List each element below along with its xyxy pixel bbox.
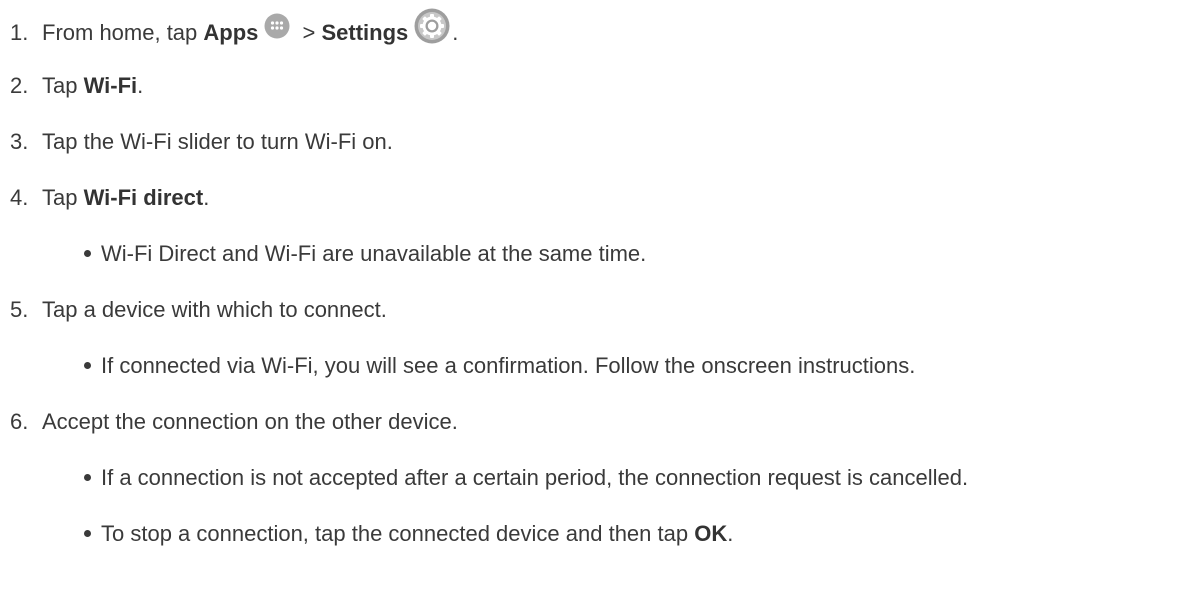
step-6: 6. Accept the connection on the other dev… xyxy=(10,408,458,436)
step-end: . xyxy=(452,19,459,45)
step-separator: > xyxy=(296,19,322,45)
step-end: . xyxy=(137,73,144,98)
step-text: Accept the connection on the other devic… xyxy=(42,409,458,434)
step-number: 1. xyxy=(10,19,29,45)
bullet-item: To stop a connection, tap the connected … xyxy=(84,520,733,548)
apps-label: Apps xyxy=(203,19,259,45)
step-2: 2. Tap Wi-Fi. xyxy=(10,72,143,100)
step-5: 5. Tap a device with which to connect. xyxy=(10,296,387,324)
step-3: 3. Tap the Wi-Fi slider to turn Wi-Fi on. xyxy=(10,128,393,156)
bullet-text: Wi-Fi Direct and Wi-Fi are unavailable a… xyxy=(101,241,647,266)
bullet-text: To stop a connection, tap the connected … xyxy=(101,521,695,546)
bullet-dot xyxy=(84,473,91,481)
settings-label: Settings xyxy=(321,19,409,45)
instruction-document: 1. From home, tap Apps > Settings . 2. T… xyxy=(0,0,1202,597)
step-number: 6. xyxy=(10,409,29,434)
bullet-item: Wi-Fi Direct and Wi-Fi are unavailable a… xyxy=(84,240,646,268)
ok-label: OK xyxy=(694,521,728,546)
bullet-dot xyxy=(84,529,91,537)
step-text: Tap xyxy=(42,73,84,98)
bullet-dot xyxy=(84,249,91,257)
bullet-dot xyxy=(84,361,91,369)
step-4: 4. Tap Wi-Fi direct. xyxy=(10,184,209,212)
bullet-text: If a connection is not accepted after a … xyxy=(101,465,969,490)
step-text: Tap a device with which to connect. xyxy=(42,297,387,322)
wifi-label: Wi-Fi xyxy=(83,73,138,98)
step-number: 4. xyxy=(10,185,29,210)
bullet-item: If connected via Wi-Fi, you will see a c… xyxy=(84,352,915,380)
step-text: Tap xyxy=(42,185,84,210)
step-number: 2. xyxy=(10,73,29,98)
step-number: 5. xyxy=(10,297,29,322)
bullet-item: If a connection is not accepted after a … xyxy=(84,464,968,492)
bullet-end: . xyxy=(727,521,734,546)
apps-icon xyxy=(264,13,290,39)
step-text: From home, tap xyxy=(42,19,204,45)
wifi-direct-label: Wi-Fi direct xyxy=(83,185,204,210)
step-text: Tap the Wi-Fi slider to turn Wi-Fi on. xyxy=(42,129,393,154)
bullet-text: If connected via Wi-Fi, you will see a c… xyxy=(101,353,916,378)
step-end: . xyxy=(203,185,210,210)
settings-icon xyxy=(414,8,450,44)
step-number: 3. xyxy=(10,129,29,154)
step-1: 1. From home, tap Apps > Settings . xyxy=(10,8,459,52)
